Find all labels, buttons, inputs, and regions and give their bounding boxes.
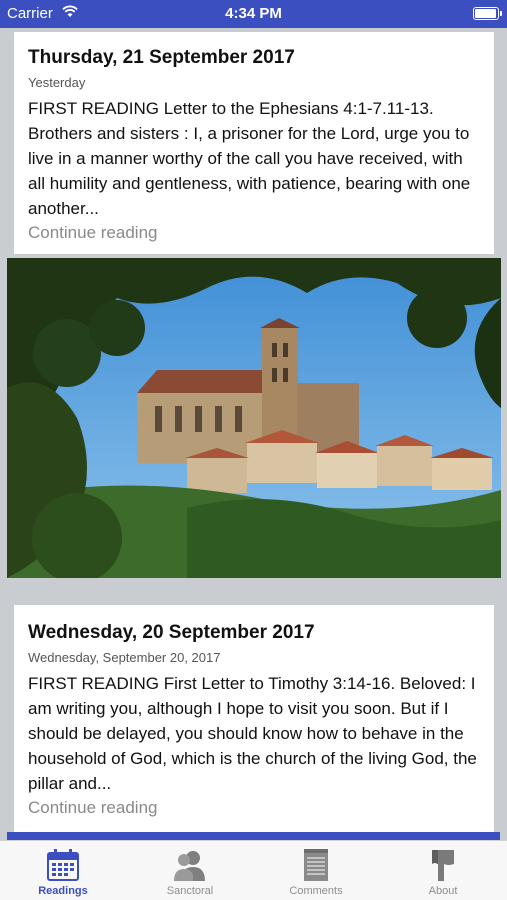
flag-icon xyxy=(426,848,460,882)
tab-comments[interactable]: Comments xyxy=(253,841,379,900)
battery-icon xyxy=(473,7,502,20)
tab-about[interactable]: About xyxy=(380,841,506,900)
reading-title: Thursday, 21 September 2017 xyxy=(28,47,295,68)
continue-reading-link[interactable]: Continue reading xyxy=(28,797,480,819)
reading-excerpt: FIRST READING Letter to the Ephesians 4:… xyxy=(28,99,471,218)
calendar-icon xyxy=(46,848,80,882)
reading-date: Wednesday, September 20, 2017 xyxy=(28,650,221,665)
reading-date: Yesterday xyxy=(28,75,86,90)
battery-level xyxy=(475,9,496,18)
tab-readings[interactable]: Readings xyxy=(0,841,126,900)
readings-feed[interactable]: Thursday, 21 September 2017 Yesterday FI… xyxy=(0,28,507,840)
reading-title: Wednesday, 20 September 2017 xyxy=(28,622,315,643)
notepad-icon xyxy=(299,848,333,882)
status-time: 4:34 PM xyxy=(225,5,282,22)
church-landscape-image[interactable] xyxy=(7,258,501,578)
tab-label: Readings xyxy=(38,885,88,897)
people-icon xyxy=(173,848,207,882)
reading-card[interactable]: Thursday, 21 September 2017 Yesterday FI… xyxy=(14,32,494,254)
tab-sanctoral[interactable]: Sanctoral xyxy=(127,841,253,900)
status-bar: Carrier 4:34 PM xyxy=(0,0,507,28)
continue-reading-link[interactable]: Continue reading xyxy=(28,222,480,244)
tab-label: Comments xyxy=(289,885,343,897)
tab-label: About xyxy=(428,885,458,897)
tab-bar: Readings Sanctoral Comments About xyxy=(0,832,507,900)
tab-label: Sanctoral xyxy=(166,885,214,897)
reading-excerpt: FIRST READING First Letter to Timothy 3:… xyxy=(28,674,477,793)
reading-card[interactable]: Wednesday, 20 September 2017 Wednesday, … xyxy=(14,605,494,840)
